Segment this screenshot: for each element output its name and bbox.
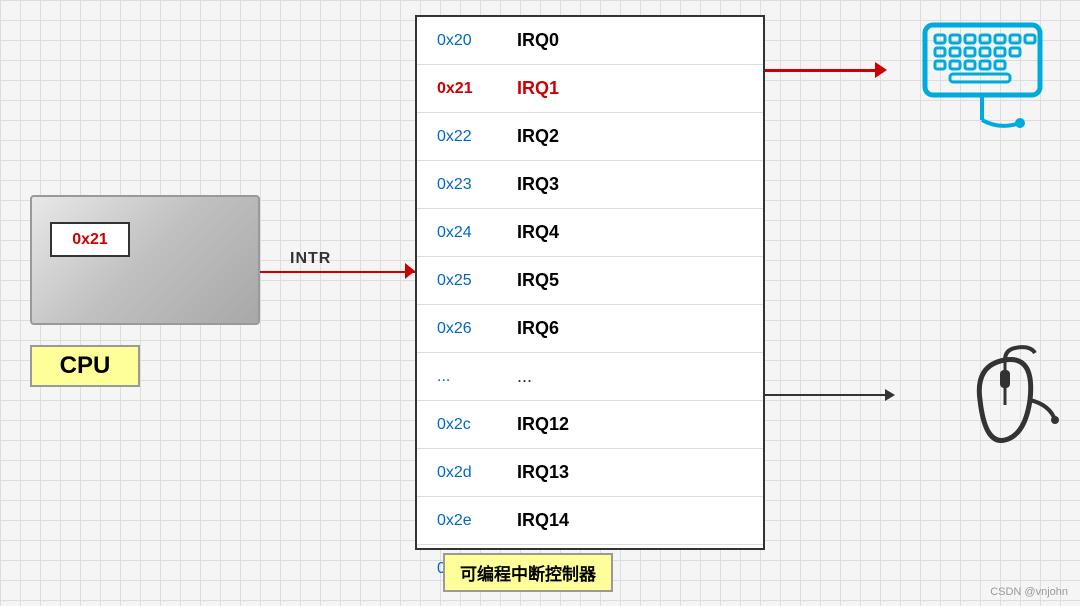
pic-irq0: IRQ0 [517, 30, 559, 51]
cpu-address-label: 0x21 [72, 231, 108, 249]
intr-label: INTR [290, 250, 331, 268]
pic-irq5: IRQ5 [517, 270, 559, 291]
pic-irq3: IRQ3 [517, 174, 559, 195]
pic-row-irq1: 0x21 IRQ1 [417, 65, 763, 113]
pic-addr-0x22: 0x22 [437, 128, 517, 146]
pic-addr-0x21: 0x21 [437, 80, 517, 98]
pic-container: 0x20 IRQ0 0x21 IRQ1 0x22 IRQ2 0x23 IRQ3 … [415, 15, 765, 550]
intr-line [260, 271, 415, 273]
pic-addr-dots: ... [437, 368, 517, 386]
pic-irq12: IRQ12 [517, 414, 569, 435]
irq12-to-mouse-arrow [765, 389, 895, 401]
pic-irq4: IRQ4 [517, 222, 559, 243]
pic-addr-0x2c: 0x2c [437, 416, 517, 434]
pic-row-irq12: 0x2c IRQ12 [417, 401, 763, 449]
pic-irq13: IRQ13 [517, 462, 569, 483]
pic-irq14: IRQ14 [517, 510, 569, 531]
irq12-arrow-line [765, 394, 885, 396]
pic-addr-0x2e: 0x2e [437, 512, 517, 530]
pic-addr-0x25: 0x25 [437, 272, 517, 290]
watermark: CSDN @vnjohn [990, 586, 1068, 598]
pic-irq-dots: ... [517, 366, 532, 387]
pic-row-irq5: 0x25 IRQ5 [417, 257, 763, 305]
pic-row-irq2: 0x22 IRQ2 [417, 113, 763, 161]
irq12-arrow-head [885, 389, 895, 401]
irq1-to-keyboard-arrow [765, 62, 887, 78]
cpu-label: CPU [30, 345, 140, 387]
pic-addr-0x26: 0x26 [437, 320, 517, 338]
pic-row-irq14: 0x2e IRQ14 [417, 497, 763, 545]
pic-addr-0x24: 0x24 [437, 224, 517, 242]
pic-addr-0x23: 0x23 [437, 176, 517, 194]
pic-irq1: IRQ1 [517, 78, 559, 99]
pic-row-irq4: 0x24 IRQ4 [417, 209, 763, 257]
cpu-address-box: 0x21 [50, 222, 130, 257]
pic-row-irq13: 0x2d IRQ13 [417, 449, 763, 497]
pic-row-irq6: 0x26 IRQ6 [417, 305, 763, 353]
intr-arrow [405, 263, 415, 279]
pic-label: 可编程中断控制器 [443, 553, 613, 592]
pic-irq6: IRQ6 [517, 318, 559, 339]
keyboard-icon [920, 15, 1060, 135]
pic-row-dots: ... ... [417, 353, 763, 401]
pic-row-irq0: 0x20 IRQ0 [417, 17, 763, 65]
mouse-icon [950, 345, 1060, 455]
cpu-box: 0x21 [30, 195, 260, 325]
irq1-arrow-line [765, 69, 875, 72]
pic-addr-0x2d: 0x2d [437, 464, 517, 482]
pic-addr-0x20: 0x20 [437, 32, 517, 50]
diagram-scene: 0x21 CPU INTR 0×21 0x20 IRQ0 0x21 IRQ1 0… [0, 0, 1080, 606]
pic-row-irq3: 0x23 IRQ3 [417, 161, 763, 209]
pic-irq2: IRQ2 [517, 126, 559, 147]
irq1-arrow-head [875, 62, 887, 78]
